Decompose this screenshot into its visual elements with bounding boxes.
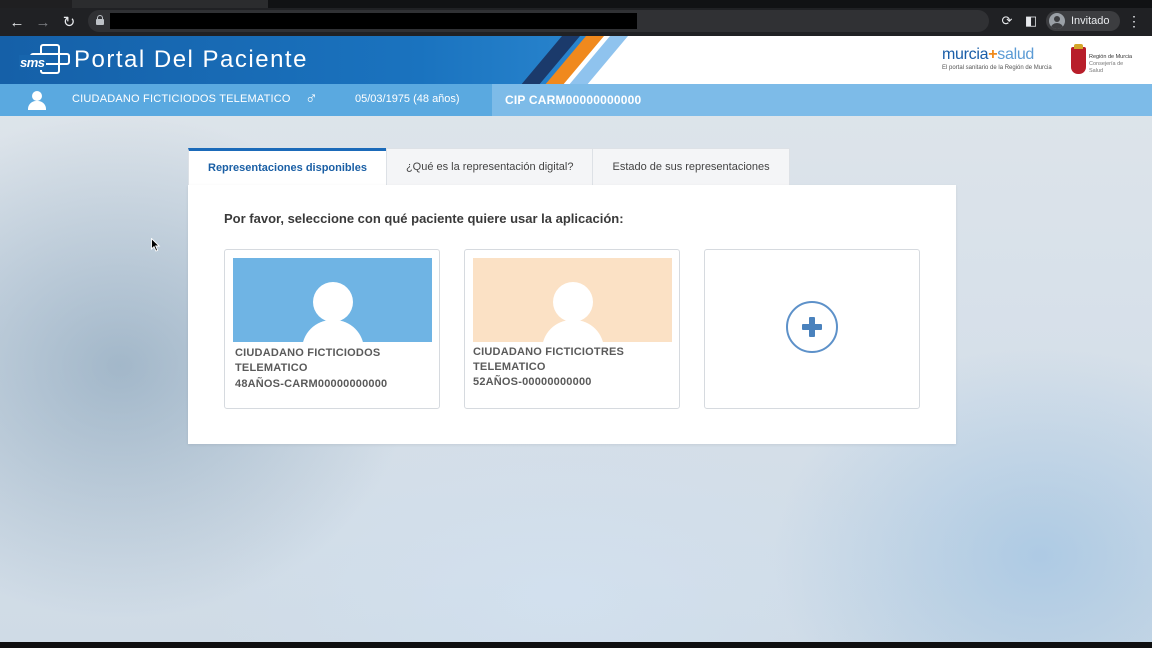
avatar [473,258,672,342]
murcia-salud-logo[interactable]: murcia+salud El portal sanitario de la R… [942,46,1052,71]
add-patient-card[interactable] [704,249,920,409]
patient-cip: CIP CARM00000000000 [505,93,642,107]
window-bottom-edge [0,642,1152,648]
avatar-body [302,320,364,342]
patient-card-name: CIUDADANO FICTICIOTRES TELEMATICO [473,345,669,375]
tab-que-es-representacion[interactable]: ¿Qué es la representación digital? [385,148,594,185]
selection-prompt: Por favor, seleccione con qué paciente q… [224,211,624,226]
browser-active-tab[interactable] [72,0,268,8]
plus-circle-icon[interactable] [786,301,838,353]
forward-arrow-icon[interactable]: → [30,10,56,34]
logo-murcia-text: murcia [942,46,989,63]
avatar-body [542,320,604,342]
browser-tab-area [268,0,1152,8]
patient-card-name-line1: CIUDADANO FICTICIOTRES [473,346,625,358]
tab-bar: Representaciones disponibles ¿Qué es la … [188,148,790,185]
extensions-icon[interactable]: ⟳ [998,12,1016,30]
user-icon [28,91,46,110]
tab-representaciones-disponibles[interactable]: Representaciones disponibles [188,148,387,185]
browser-menu-icon[interactable]: ⋮ [1126,12,1142,30]
back-arrow-icon[interactable]: ← [4,10,30,34]
mouse-cursor-icon [151,238,161,252]
region-logo-line1: Región de Murcia [1089,54,1133,60]
patient-card[interactable]: CIUDADANO FICTICIODOS TELEMATICO 48AÑOS-… [224,249,440,409]
avatar [233,258,432,342]
content-panel: Por favor, seleccione con qué paciente q… [188,185,956,444]
region-murcia-logo[interactable]: Región de Murcia Consejería de Salud [1071,44,1135,75]
profile-avatar-icon [1049,13,1065,29]
profile-button[interactable]: Invitado [1046,11,1120,31]
reload-icon[interactable]: ↻ [56,10,82,34]
sms-logo[interactable]: sms [17,44,70,76]
logo-tagline: El portal sanitario de la Región de Murc… [942,65,1052,71]
patient-card-name-line1: CIUDADANO FICTICIODOS [235,347,381,359]
patient-card-age-id: 48AÑOS-CARM00000000000 [235,378,388,390]
patient-name: CIUDADANO FICTICIODOS TELEMATICO [72,93,291,105]
url-redacted [110,13,637,29]
side-panel-icon[interactable]: ◧ [1022,12,1040,30]
page-viewport: sms Portal Del Paciente murcia+salud El … [0,36,1152,642]
profile-label: Invitado [1071,15,1110,27]
logo-plus-icon: + [988,46,998,63]
patient-card-name-line2: TELEMATICO [235,362,308,374]
patient-card-name-line2: TELEMATICO [473,361,546,373]
patient-card[interactable]: CIUDADANO FICTICIOTRES TELEMATICO 52AÑOS… [464,249,680,409]
patient-card-name: CIUDADANO FICTICIODOS TELEMATICO [235,346,431,376]
avatar-head [553,282,593,322]
coat-of-arms-icon [1071,44,1086,74]
sms-logo-text: sms [19,55,46,70]
app-header: sms Portal Del Paciente murcia+salud El … [0,36,1152,84]
tab-estado-representaciones[interactable]: Estado de sus representaciones [592,148,790,185]
page-title: Portal Del Paciente [74,46,308,73]
male-icon: ♂ [305,89,318,108]
browser-toolbar: ← → ↻ ⟳ ◧ Invitado ⋮ [0,8,1152,36]
lock-icon [96,15,104,25]
patient-card-age-id: 52AÑOS-00000000000 [473,376,592,388]
patient-birthdate: 05/03/1975 (48 años) [355,93,460,105]
avatar-head [313,282,353,322]
region-logo-line2: Consejería de Salud [1089,61,1124,74]
patient-info-bar: CIUDADANO FICTICIODOS TELEMATICO ♂ 05/03… [0,84,1152,116]
logo-salud-text: salud [997,46,1035,63]
address-bar[interactable] [88,10,989,32]
